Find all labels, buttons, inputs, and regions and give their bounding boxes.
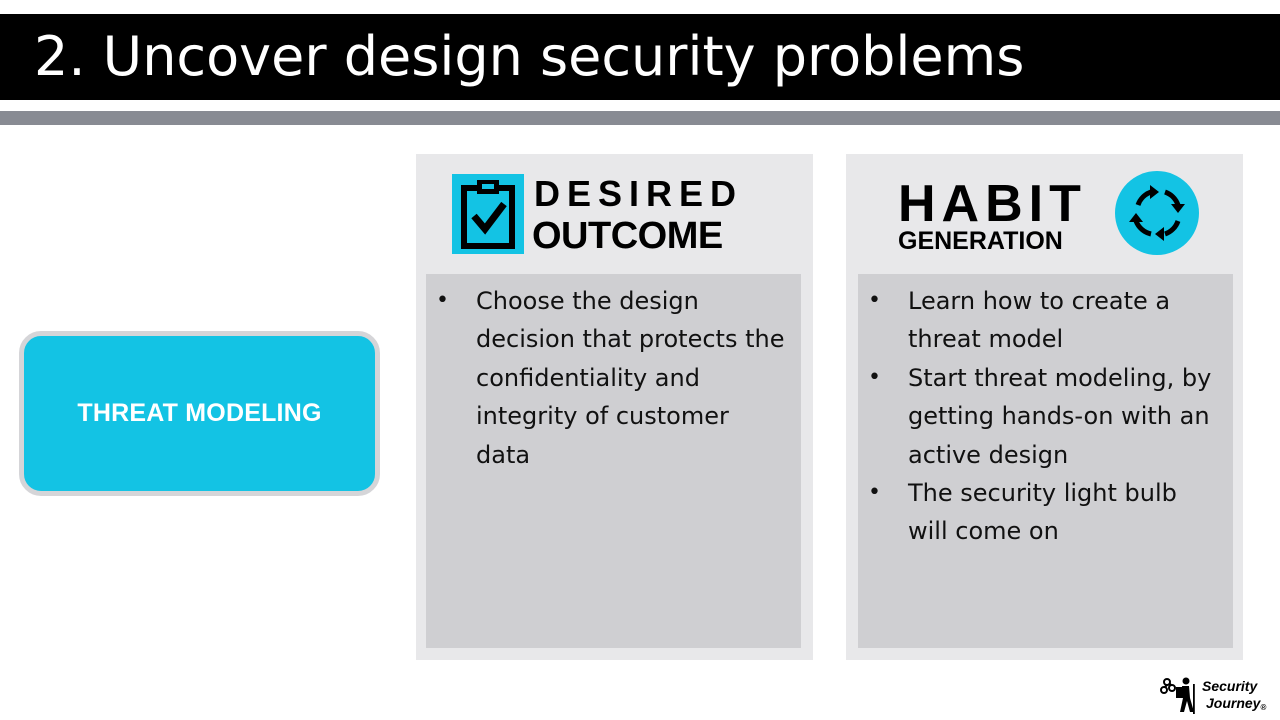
list-item: Learn how to create a threat model [868, 282, 1219, 359]
desired-outcome-panel: DESIRED OUTCOME Choose the design decisi… [416, 154, 813, 660]
topic-label: THREAT MODELING [77, 399, 322, 427]
list-item: The security light bulb will come on [868, 474, 1219, 551]
topic-box: THREAT MODELING [19, 331, 380, 496]
clipboard-check-icon [452, 174, 524, 254]
habit-generation-panel: HABIT GENERATION Learn how to create a t… [846, 154, 1243, 660]
habit-generation-heading-1: HABIT [898, 175, 1087, 233]
habit-generation-heading-2: GENERATION [898, 227, 1063, 255]
logo-wordmark: Security Journey® [1202, 678, 1266, 716]
slide-title: 2. Uncover design security problems [34, 25, 1025, 88]
title-bar: 2. Uncover design security problems [0, 14, 1280, 100]
habit-generation-body: Learn how to create a threat model Start… [858, 274, 1233, 648]
cycle-arrows-icon [1115, 171, 1199, 255]
desired-outcome-body: Choose the design decision that protects… [426, 274, 801, 648]
list-item: Choose the design decision that protects… [436, 282, 787, 474]
title-divider [0, 111, 1280, 125]
logo-line2: Journey [1206, 695, 1261, 711]
logo-line1: Security [1202, 678, 1258, 694]
desired-outcome-list: Choose the design decision that protects… [426, 274, 801, 474]
desired-outcome-heading-1: DESIRED [534, 173, 744, 214]
habit-generation-list: Learn how to create a threat model Start… [858, 274, 1233, 551]
security-journey-logo: Security Journey® [1160, 676, 1270, 716]
registered-mark: ® [1260, 703, 1267, 712]
list-item: Start threat modeling, by getting hands-… [868, 359, 1219, 474]
hiker-logo-icon [1160, 677, 1195, 714]
desired-outcome-heading-2: OUTCOME [532, 215, 723, 257]
